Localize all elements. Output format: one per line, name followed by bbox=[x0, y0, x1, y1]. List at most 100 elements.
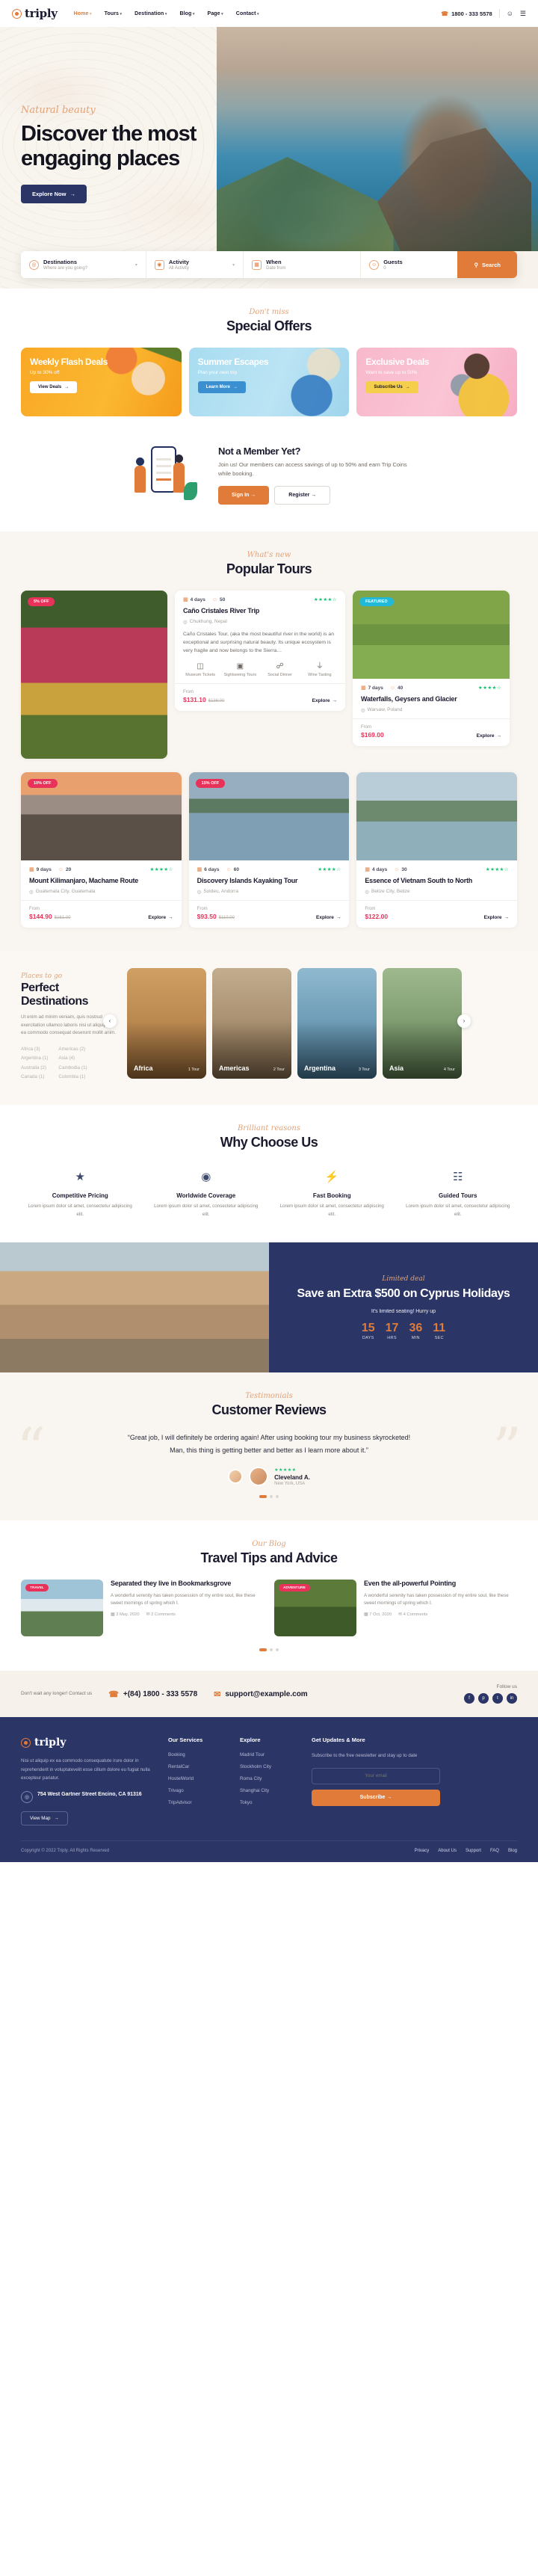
nav-item-blog[interactable]: Blog bbox=[179, 11, 194, 16]
tour-card-cano-cristales-image[interactable]: 5% OFF bbox=[21, 591, 167, 759]
explore-button[interactable]: Explore → bbox=[477, 733, 501, 739]
tour-card-waterfalls-geysers[interactable]: FEATURED ▦ 7 days ☺ 40 ★★★★☆ Waterfalls, G… bbox=[353, 591, 510, 746]
explore-label: Explore bbox=[476, 733, 495, 739]
destination-list-item[interactable]: Argentina (1) bbox=[21, 1054, 48, 1064]
footer-link[interactable]: Madrid Tour bbox=[240, 1752, 295, 1757]
destination-list-item[interactable]: Canada (1) bbox=[21, 1073, 48, 1082]
pagination-dot-3[interactable] bbox=[276, 1648, 279, 1652]
destination-list-item[interactable]: Africa (3) bbox=[21, 1045, 48, 1055]
pagination-dot-1[interactable] bbox=[259, 1495, 267, 1499]
explore-now-button[interactable]: Explore Now → bbox=[21, 184, 87, 203]
nav-item-tours[interactable]: Tours bbox=[105, 11, 123, 16]
tour-from-label: From bbox=[183, 690, 194, 695]
newsletter-email-input[interactable] bbox=[312, 1767, 440, 1784]
destination-card-americas[interactable]: Americas 2 Tour bbox=[212, 967, 291, 1079]
tour-from-label: From bbox=[29, 906, 40, 911]
twitter-icon[interactable]: t bbox=[492, 1693, 503, 1704]
user-icon[interactable]: ☺ bbox=[507, 10, 513, 17]
destination-card-africa[interactable]: Africa 1 Tour bbox=[127, 967, 206, 1079]
contact-phone[interactable]: ☎ +(84) 1800 - 333 5578 bbox=[108, 1689, 197, 1699]
view-map-button[interactable]: View Map → bbox=[21, 1811, 68, 1825]
search-field-when[interactable]: ▦ When Date from bbox=[244, 251, 362, 278]
chevron-down-icon[interactable]: ▾ bbox=[232, 262, 235, 268]
location-pin-icon: ◎ bbox=[361, 707, 365, 713]
tour-card-cano-cristales-details[interactable]: ▦ 4 days ☺ 50 ★★★★☆ Caño Cristales River T… bbox=[175, 591, 345, 712]
offer-card-weekly-flash-deals[interactable]: Weekly Flash Deals Up to 30% off View De… bbox=[21, 348, 182, 416]
search-button[interactable]: ⚲ Search bbox=[457, 251, 517, 278]
footer-link[interactable]: Trivago bbox=[168, 1788, 223, 1793]
footer-link[interactable]: Roma City bbox=[240, 1776, 295, 1781]
destination-list-item[interactable]: Americas (2) bbox=[58, 1045, 87, 1055]
register-button[interactable]: Register → bbox=[274, 485, 331, 505]
destination-list-item[interactable]: Asia (4) bbox=[58, 1054, 87, 1064]
promo-panel: Limited deal Save an Extra $500 on Cypru… bbox=[269, 1242, 538, 1373]
tour-card-discovery-islands[interactable]: 15% OFF ▦ 6 days ☺ 60 ★★★★☆ Discovery Isla… bbox=[188, 772, 350, 928]
offer-card-summer-escapes[interactable]: Summer Escapes Plan your next trip Learn… bbox=[188, 348, 350, 416]
discount-badge: 10% OFF bbox=[28, 779, 58, 788]
tour-duration: ▦ 4 days bbox=[365, 866, 387, 873]
sign-in-button[interactable]: Sign In → bbox=[218, 485, 270, 505]
offer-card-exclusive-deals[interactable]: Exclusive Deals Want to save up to 50% S… bbox=[356, 348, 518, 416]
footer-link[interactable]: TripAdvisor bbox=[168, 1800, 223, 1805]
footer-link[interactable]: Shanghai City bbox=[240, 1788, 295, 1793]
instagram-icon[interactable]: in bbox=[507, 1693, 517, 1704]
pagination-dot-2[interactable] bbox=[270, 1495, 273, 1499]
arrow-right-icon: → bbox=[168, 914, 173, 920]
chevron-down-icon[interactable]: ▾ bbox=[135, 262, 137, 268]
footer-link[interactable]: Booking bbox=[168, 1752, 223, 1757]
blog-post-pointing[interactable]: ADVENTURE Even the all-powerful Pointing… bbox=[274, 1580, 517, 1637]
footer-bottom-link-about-us[interactable]: About Us bbox=[438, 1849, 457, 1853]
hamburger-icon[interactable]: ☰ bbox=[520, 10, 526, 18]
header-phone[interactable]: ☎ 1800 - 333 5578 bbox=[441, 10, 492, 17]
logo[interactable]: triply bbox=[12, 7, 58, 20]
facebook-icon[interactable]: f bbox=[464, 1693, 474, 1704]
explore-button[interactable]: Explore → bbox=[484, 915, 509, 920]
destination-list-item[interactable]: Cambodia (1) bbox=[58, 1064, 87, 1073]
blog-post-excerpt: A wonderful serenity has taken possessio… bbox=[364, 1593, 509, 1606]
learn-more-button[interactable]: Learn More → bbox=[197, 380, 247, 393]
nav-item-contact[interactable]: Contact bbox=[236, 11, 259, 16]
subscribe-us-button[interactable]: Subscribe Us → bbox=[365, 380, 418, 393]
tour-location-text: Guatemala City, Guatemala bbox=[35, 889, 96, 895]
search-field-guests[interactable]: ☺ Guests 0 bbox=[361, 251, 457, 278]
nav-item-page[interactable]: Page bbox=[208, 11, 223, 16]
explore-button[interactable]: Explore → bbox=[312, 698, 337, 703]
destinations-prev-button[interactable]: ‹ bbox=[103, 1014, 117, 1028]
destination-card-argentina[interactable]: Argentina 3 Tour bbox=[297, 967, 377, 1079]
footer-link[interactable]: Tokyo bbox=[240, 1800, 295, 1805]
blog-post-bookmarksgrove[interactable]: TRAVEL Separated they live in Bookmarksg… bbox=[21, 1580, 264, 1637]
newsletter-subscribe-button[interactable]: Subscribe → bbox=[312, 1789, 440, 1806]
footer-bottom-link-privacy[interactable]: Privacy bbox=[415, 1849, 430, 1853]
explore-button[interactable]: Explore → bbox=[148, 915, 173, 920]
tour-card-kilimanjaro[interactable]: 10% OFF ▦ 9 days ☺ 20 ★★★★☆ Mount Kilimanj… bbox=[21, 772, 182, 928]
nav-item-home[interactable]: Home bbox=[74, 11, 92, 16]
footer-link[interactable]: Stockholm City bbox=[240, 1764, 295, 1769]
footer-bottom-link-support[interactable]: Support bbox=[466, 1849, 481, 1853]
tour-card-essence-vietnam[interactable]: ▦ 4 days ☺ 30 ★★★★☆ Essence of Vietnam Sou… bbox=[356, 772, 518, 928]
destinations-list-right: Americas (2) Asia (4) Cambodia (1) Colom… bbox=[58, 1045, 87, 1082]
destinations-text: Ut enim ad minim veniam, quis nostrud ex… bbox=[21, 1014, 117, 1036]
search-field-destinations[interactable]: ◎ Destinations Where are you going? ▾ bbox=[21, 251, 146, 278]
special-offers-section: Don't miss Special Offers Weekly Flash D… bbox=[0, 289, 538, 439]
nav-item-destination[interactable]: Destination bbox=[134, 11, 167, 16]
explore-button[interactable]: Explore → bbox=[316, 915, 341, 920]
destinations-next-button[interactable]: › bbox=[457, 1014, 471, 1028]
contact-email[interactable]: ✉ support@example.com bbox=[214, 1689, 308, 1699]
pagination-dot-1[interactable] bbox=[259, 1648, 267, 1652]
destination-list-item[interactable]: Australia (2) bbox=[21, 1064, 48, 1073]
pagination-dot-2[interactable] bbox=[270, 1648, 273, 1652]
pinterest-icon[interactable]: p bbox=[478, 1693, 489, 1704]
destination-list-item[interactable]: Colombia (1) bbox=[58, 1073, 87, 1082]
why-item-guided-tours: ☷ Guided Tours Lorem ipsum dolor sit ame… bbox=[399, 1167, 518, 1218]
footer-bottom-link-blog[interactable]: Blog bbox=[508, 1849, 517, 1853]
search-field-activity[interactable]: ◉ Activity All Activity ▾ bbox=[146, 251, 244, 278]
pagination-dot-3[interactable] bbox=[276, 1495, 279, 1499]
footer-link[interactable]: HostelWorld bbox=[168, 1776, 223, 1781]
view-deals-button[interactable]: View Deals → bbox=[30, 380, 78, 393]
footer-logo[interactable]: triply bbox=[21, 1737, 152, 1748]
destination-count: 4 Tour bbox=[443, 1067, 455, 1072]
footer-link[interactable]: RentalCar bbox=[168, 1764, 223, 1769]
blog-post-meta: ▦ 3 May, 2020 ✉ 2 Comments bbox=[111, 1612, 264, 1617]
destination-card-asia[interactable]: Asia 4 Tour bbox=[383, 967, 462, 1079]
footer-bottom-link-faq[interactable]: FAQ bbox=[490, 1849, 499, 1853]
